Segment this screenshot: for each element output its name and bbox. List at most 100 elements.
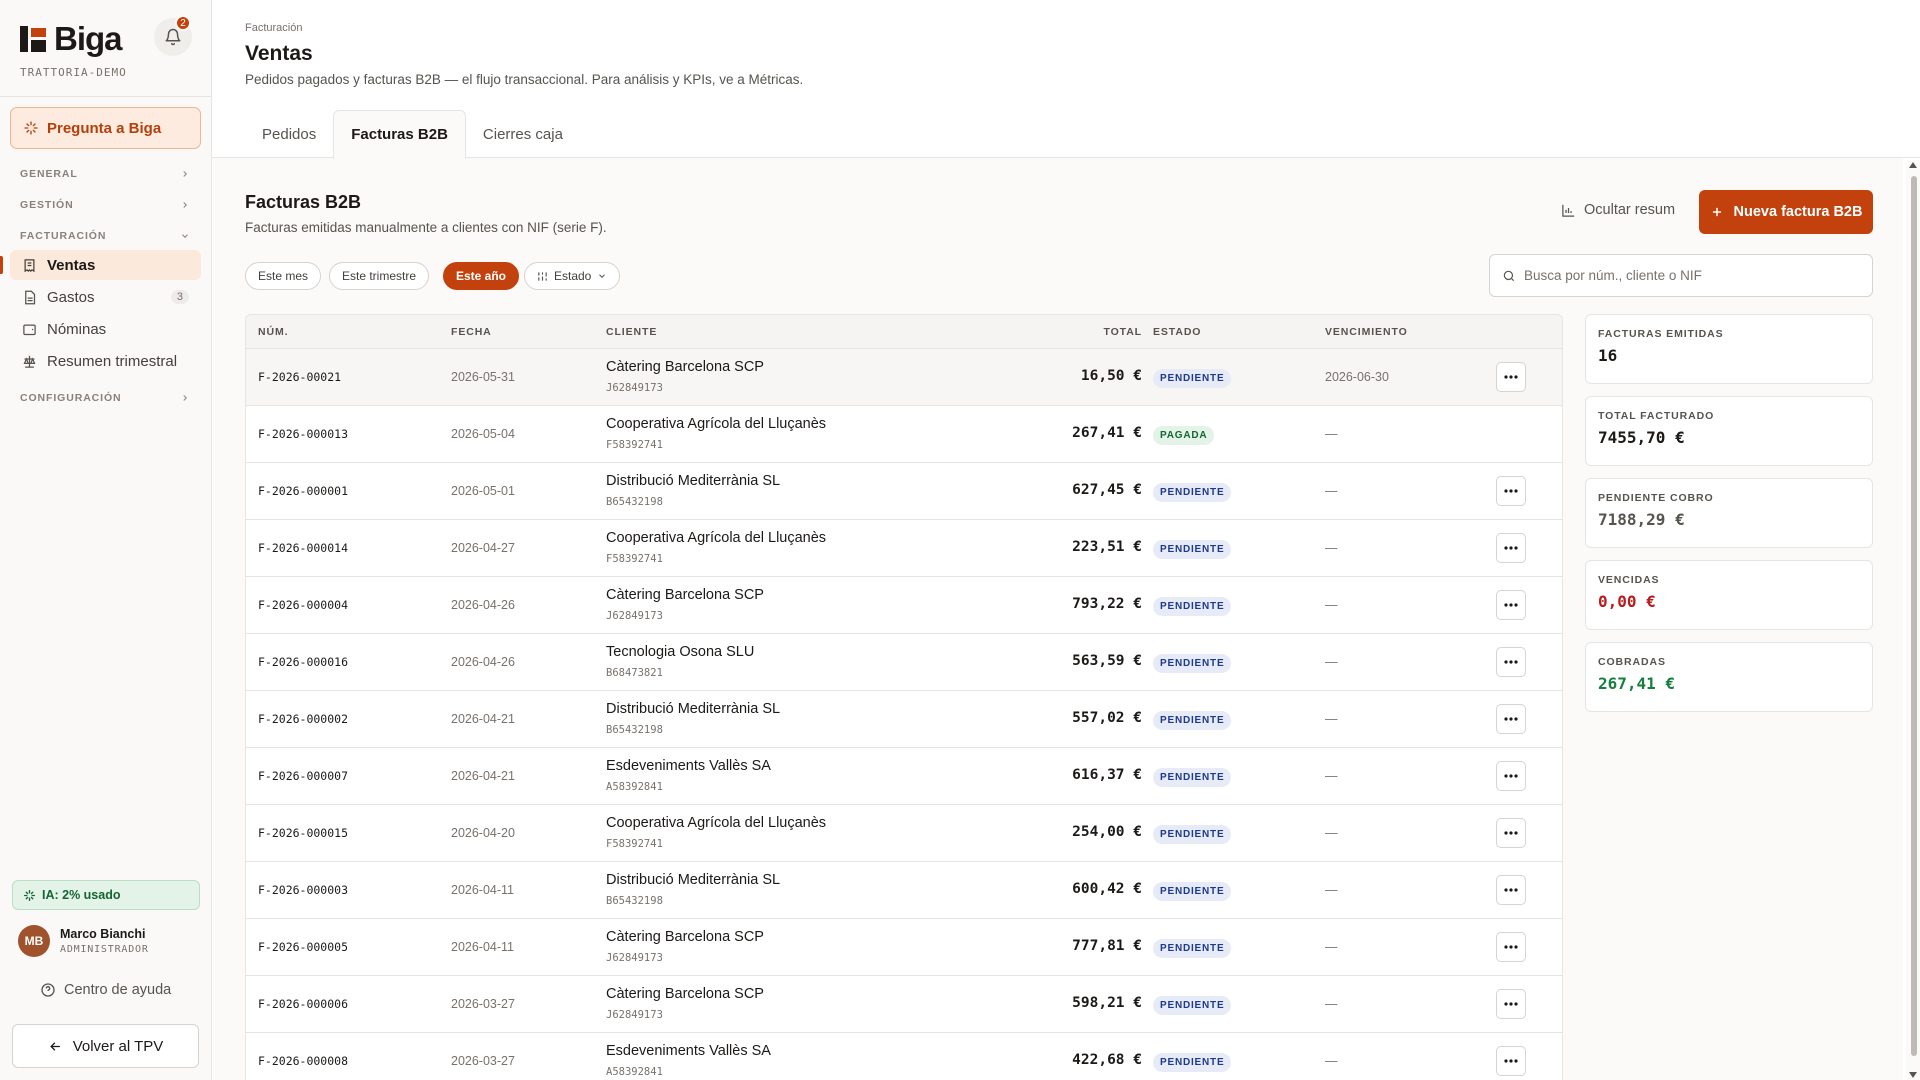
row-actions-button[interactable]	[1496, 362, 1526, 392]
table-row[interactable]: F-2026-000004 2026-04-26 Càtering Barcelon…	[246, 577, 1562, 634]
row-actions-button[interactable]	[1496, 533, 1526, 563]
table-row[interactable]: F-2026-000001 2026-05-01 Distribució Medit…	[246, 463, 1562, 520]
column-header[interactable]: ESTADO	[1153, 326, 1201, 338]
invoice-number[interactable]: F-2026-000015	[258, 826, 348, 840]
tab-cierres-caja[interactable]: Cierres caja	[466, 110, 580, 158]
scroll-up-icon[interactable]	[1909, 162, 1917, 168]
ask-biga-button[interactable]: Pregunta a Biga	[10, 107, 201, 149]
brand[interactable]: Biga	[20, 20, 123, 58]
filter-este-trimestre[interactable]: Este trimestre	[329, 262, 430, 290]
ia-usage-badge[interactable]: IA: 2% usado	[12, 880, 200, 910]
table-row[interactable]: F-2026-000003 2026-04-11 Distribució Medit…	[246, 862, 1562, 919]
row-actions-button[interactable]	[1496, 704, 1526, 734]
table-row[interactable]: F-2026-000014 2026-04-27 Cooperativa Agríc…	[246, 520, 1562, 577]
column-header[interactable]: TOTAL	[1103, 326, 1142, 338]
table-row[interactable]: F-2026-000008 2026-03-27 Esdeveniments Val…	[246, 1033, 1562, 1080]
column-header[interactable]: NÚM.	[258, 326, 288, 338]
column-header[interactable]: FECHA	[451, 326, 492, 338]
row-actions-button[interactable]	[1496, 476, 1526, 506]
scroll-thumb[interactable]	[1911, 176, 1917, 1056]
tab-facturas-b2b[interactable]: Facturas B2B	[333, 110, 466, 159]
tab-pedidos[interactable]: Pedidos	[245, 110, 333, 158]
summary-value: 7455,70 €	[1598, 428, 1685, 447]
scroll-down-icon[interactable]	[1909, 1072, 1917, 1078]
sidebar-divider	[0, 96, 211, 97]
invoice-number[interactable]: F-2026-000007	[258, 769, 348, 783]
invoice-total: 616,37 €	[1072, 767, 1142, 783]
table-row[interactable]: F-2026-000016 2026-04-26 Tecnologia Osona …	[246, 634, 1562, 691]
sidebar-item-resumen-trimestral[interactable]: Resumen trimestral	[10, 346, 201, 376]
row-actions-button[interactable]	[1496, 932, 1526, 962]
user-profile[interactable]: MB Marco Bianchi ADMINISTRADOR	[18, 925, 149, 957]
help-center-link[interactable]: Centro de ayuda	[40, 982, 171, 998]
more-horizontal-icon	[1504, 945, 1518, 949]
section-general[interactable]: GENERAL	[20, 168, 190, 180]
sidebar-item-nominas[interactable]: Nóminas	[10, 314, 201, 344]
invoice-number[interactable]: F-2026-000002	[258, 712, 348, 726]
column-header[interactable]: CLIENTE	[606, 326, 657, 338]
invoice-number[interactable]: F-2026-000001	[258, 484, 348, 498]
invoice-number[interactable]: F-2026-000006	[258, 997, 348, 1011]
sidebar-item-gastos[interactable]: Gastos 3	[10, 282, 201, 312]
section-gestion[interactable]: GESTIÓN	[20, 199, 190, 211]
table-row[interactable]: F-2026-000015 2026-04-20 Cooperativa Agríc…	[246, 805, 1562, 862]
invoice-date: 2026-04-21	[451, 712, 515, 726]
status-badge: PENDIENTE	[1153, 939, 1232, 958]
more-horizontal-icon	[1504, 831, 1518, 835]
row-actions-button[interactable]	[1496, 590, 1526, 620]
estado-filter-dropdown[interactable]: Estado	[524, 262, 621, 290]
brand-name: Biga	[54, 20, 123, 57]
row-actions-button[interactable]	[1496, 818, 1526, 848]
status-badge: PENDIENTE	[1153, 369, 1232, 388]
back-to-tpv-button[interactable]: Volver al TPV	[12, 1024, 199, 1068]
table-row[interactable]: F-2026-000006 2026-03-27 Càtering Barcelon…	[246, 976, 1562, 1033]
invoice-number[interactable]: F-2026-000016	[258, 655, 348, 669]
more-horizontal-icon	[1504, 1059, 1518, 1063]
invoice-number[interactable]: F-2026-000005	[258, 940, 348, 954]
invoice-number[interactable]: F-2026-000008	[258, 1054, 348, 1068]
invoice-date: 2026-04-11	[451, 883, 515, 897]
sidebar-item-ventas[interactable]: Ventas	[10, 250, 201, 280]
hide-summary-button[interactable]: Ocultar resum	[1561, 202, 1675, 218]
due-date: —	[1325, 769, 1338, 783]
invoice-number[interactable]: F-2026-000004	[258, 598, 348, 612]
table-row[interactable]: F-2026-000007 2026-04-21 Esdeveniments Val…	[246, 748, 1562, 805]
hide-summary-label: Ocultar resum	[1584, 202, 1676, 218]
more-horizontal-icon	[1504, 660, 1518, 664]
column-header[interactable]: VENCIMIENTO	[1325, 326, 1408, 338]
invoice-number[interactable]: F-2026-00021	[258, 370, 341, 384]
filter-este-mes[interactable]: Este mes	[245, 262, 322, 290]
table-row[interactable]: F-2026-000005 2026-04-11 Càtering Barcelon…	[246, 919, 1562, 976]
row-actions-button[interactable]	[1496, 1046, 1526, 1076]
table-row[interactable]: F-2026-00021 2026-05-31 Càtering Barcelona…	[246, 349, 1562, 406]
breadcrumb[interactable]: Facturación	[245, 22, 302, 34]
section-gestion-label: GESTIÓN	[20, 199, 74, 211]
search-input[interactable]: Busca por núm., cliente o NIF	[1489, 254, 1873, 297]
due-date: —	[1325, 997, 1338, 1011]
main-content: Facturas B2B Facturas emitidas manualmen…	[213, 158, 1903, 1080]
invoice-number[interactable]: F-2026-000003	[258, 883, 348, 897]
client-name: Càtering Barcelona SCP	[606, 986, 764, 1002]
due-date: —	[1325, 655, 1338, 669]
section-configuracion[interactable]: CONFIGURACIÓN	[20, 392, 190, 404]
row-actions-button[interactable]	[1496, 875, 1526, 905]
summary-label: FACTURAS EMITIDAS	[1598, 328, 1724, 340]
table-row[interactable]: F-2026-000013 2026-05-04 Cooperativa Agríc…	[246, 406, 1562, 463]
row-actions-button[interactable]	[1496, 989, 1526, 1019]
due-date: —	[1325, 883, 1338, 897]
invoice-number[interactable]: F-2026-000013	[258, 427, 348, 441]
new-invoice-button[interactable]: Nueva factura B2B	[1699, 190, 1873, 234]
filter-este-ano[interactable]: Este año	[443, 262, 520, 290]
invoice-number[interactable]: F-2026-000014	[258, 541, 348, 555]
row-actions-button[interactable]	[1496, 761, 1526, 791]
due-date: —	[1325, 598, 1338, 612]
table-row[interactable]: F-2026-000002 2026-04-21 Distribució Medit…	[246, 691, 1562, 748]
section-facturacion[interactable]: FACTURACIÓN	[20, 230, 190, 242]
summary-card: VENCIDAS 0,00 €	[1585, 560, 1873, 630]
back-to-tpv-label: Volver al TPV	[72, 1037, 164, 1055]
wallet-icon	[23, 324, 36, 335]
scrollbar[interactable]	[1906, 160, 1920, 1080]
row-actions-button[interactable]	[1496, 647, 1526, 677]
notifications-button[interactable]: 2	[154, 15, 192, 56]
summary-value: 7188,29 €	[1598, 510, 1685, 529]
